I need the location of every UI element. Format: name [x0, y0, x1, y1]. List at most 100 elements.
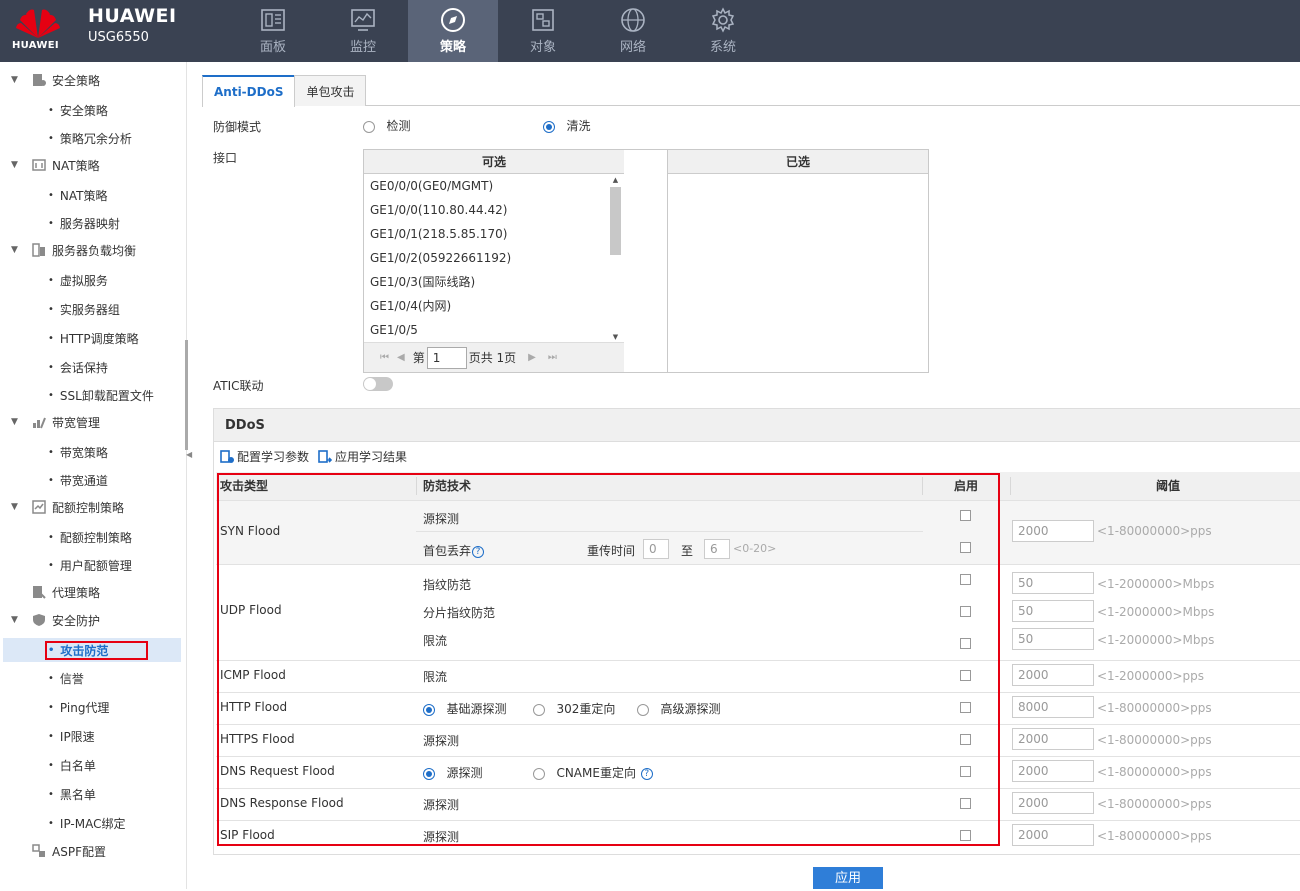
defense-mode-label: 防御模式: [213, 120, 262, 134]
aspf-icon: [32, 844, 45, 857]
sidebar-collapse-icon[interactable]: ◀: [186, 450, 192, 459]
sidebar-item-nat-policy[interactable]: • NAT策略: [48, 183, 108, 207]
sidebar-item-label: 白名单: [59, 758, 96, 773]
sidebar-item-server-mapping[interactable]: • 服务器映射: [48, 211, 120, 235]
sidebar-group-label: 安全策略: [52, 73, 101, 88]
threshold-range: <1-80000000>pps: [1097, 524, 1212, 538]
sidebar-item-user-quota[interactable]: • 用户配额管理: [48, 553, 132, 577]
nav-label: 策略: [439, 40, 466, 55]
apply-learning-link[interactable]: 应用学习结果: [318, 448, 407, 465]
list-item[interactable]: GE1/0/5: [364, 318, 624, 342]
last-page-icon[interactable]: ⏭: [548, 352, 557, 363]
threshold-range: <1-2000000>pps: [1097, 669, 1205, 683]
nav-object[interactable]: 对象: [498, 0, 588, 62]
sidebar-item-ip-mac-binding[interactable]: • IP-MAC绑定: [48, 811, 125, 835]
sidebar-item-session-persistence[interactable]: • 会话保持: [48, 355, 108, 379]
available-list: 可选 GE0/0/0(GE0/MGMT) GE1/0/0(110.80.44.4…: [363, 149, 625, 373]
nav-system[interactable]: 系统: [678, 0, 768, 62]
sidebar-scrollbar[interactable]: [185, 340, 188, 450]
list-item[interactable]: GE1/0/1(218.5.85.170): [364, 222, 624, 246]
brand-name: HUAWEI: [88, 5, 177, 27]
mode-detect-radio[interactable]: 检测: [363, 117, 410, 134]
sidebar-group-quota[interactable]: ▼ 配额控制策略: [0, 493, 185, 521]
sidebar-group-label: NAT策略: [52, 158, 100, 173]
sidebar-item-real-server-group[interactable]: • 实服务器组: [48, 297, 120, 321]
sidebar-item-label: 信誉: [59, 671, 84, 686]
highlight-box-table: [217, 473, 1000, 846]
next-page-icon[interactable]: ▶: [528, 352, 536, 363]
nav-monitor[interactable]: 监控: [318, 0, 408, 62]
mode-clean-radio[interactable]: 清洗: [543, 117, 590, 134]
nav-dashboard[interactable]: 面板: [228, 0, 318, 62]
sidebar-item-virtual-service[interactable]: • 虚拟服务: [48, 268, 108, 292]
object-icon: [532, 9, 554, 31]
sidebar-item-security-policy[interactable]: • 安全策略: [48, 98, 108, 122]
sidebar-item-label: HTTP调度策略: [59, 331, 139, 346]
radio-icon: [363, 120, 375, 133]
gear-icon: [711, 7, 735, 33]
list-item[interactable]: GE0/0/0(GE0/MGMT): [364, 174, 624, 198]
list-item[interactable]: GE1/0/0(110.80.44.42): [364, 198, 624, 222]
threshold-input[interactable]: 2000: [1012, 792, 1094, 814]
quota-icon: [32, 500, 46, 514]
list-pager: ⏮ ◀ 第 1 页共 1页 ▶ ⏭: [364, 342, 624, 372]
sidebar-item-label: SSL卸载配置文件: [59, 388, 154, 403]
threshold-range: <1-80000000>pps: [1097, 733, 1212, 747]
col-threshold: 阈值: [1156, 479, 1181, 493]
selected-header: 已选: [668, 150, 928, 174]
sidebar-item-blacklist[interactable]: • 黑名单: [48, 782, 96, 806]
sidebar-item-bandwidth-policy[interactable]: • 带宽策略: [48, 440, 108, 464]
shield-icon: [33, 614, 45, 626]
sidebar-item-ssl-offload[interactable]: • SSL卸载配置文件: [48, 383, 154, 407]
sidebar-item-redundancy-analysis[interactable]: • 策略冗余分析: [48, 126, 132, 150]
config-learning-link[interactable]: 配置学习参数: [220, 448, 309, 465]
sidebar-item-bandwidth-channel[interactable]: • 带宽通道: [48, 468, 108, 492]
nav-network[interactable]: 网络: [588, 0, 678, 62]
threshold-input[interactable]: 2000: [1012, 760, 1094, 782]
sidebar-group-nat[interactable]: ▼ NAT策略: [0, 151, 185, 179]
sidebar-item-label: 带宽通道: [59, 473, 108, 488]
page-input[interactable]: 1: [426, 346, 467, 369]
atic-toggle[interactable]: [363, 377, 393, 391]
threshold-input[interactable]: 50: [1012, 572, 1094, 594]
sidebar-item-label: NAT策略: [59, 188, 108, 203]
sidebar-group-bandwidth[interactable]: ▼ 带宽管理: [0, 408, 185, 436]
threshold-input[interactable]: 2000: [1012, 824, 1094, 846]
nav-policy[interactable]: 策略: [408, 0, 498, 62]
list-item[interactable]: GE1/0/4(内网): [364, 294, 624, 318]
tab-single-packet[interactable]: 单包攻击: [294, 75, 367, 106]
sidebar-group-slb[interactable]: ▼ 服务器负载均衡: [0, 236, 185, 264]
move-button-column: [624, 149, 668, 373]
apply-button[interactable]: 应用: [813, 867, 883, 889]
sidebar-item-reputation[interactable]: • 信誉: [48, 666, 84, 690]
sidebar-item-ping-proxy[interactable]: • Ping代理: [48, 695, 109, 719]
nav-label: 网络: [619, 40, 646, 55]
threshold-input[interactable]: 50: [1012, 628, 1094, 650]
sidebar-item-whitelist[interactable]: • 白名单: [48, 753, 96, 777]
sidebar-item-label: 黑名单: [59, 787, 96, 802]
first-page-icon[interactable]: ⏮: [380, 352, 389, 363]
threshold-input[interactable]: 2000: [1012, 520, 1094, 542]
sidebar-item-ip-rate-limit[interactable]: • IP限速: [48, 724, 95, 748]
bandwidth-icon: [33, 417, 46, 429]
sidebar-group-security-protection[interactable]: ▼ 安全防护: [0, 606, 185, 634]
link-label: 应用学习结果: [335, 450, 408, 464]
server-lb-icon: [32, 243, 45, 257]
threshold-input[interactable]: 50: [1012, 600, 1094, 622]
list-item[interactable]: GE1/0/2(05922661192): [364, 246, 624, 270]
sidebar-group-label: 服务器负载均衡: [52, 243, 137, 258]
sidebar-group-aspf[interactable]: ASPF配置: [0, 837, 185, 865]
prev-page-icon[interactable]: ◀: [397, 352, 405, 363]
sidebar-group-security-policy[interactable]: ▼ 安全策略: [0, 66, 185, 94]
list-item[interactable]: GE1/0/3(国际线路): [364, 270, 624, 294]
sidebar-item-quota-policy[interactable]: • 配额控制策略: [48, 525, 132, 549]
tab-anti-ddos[interactable]: Anti-DDoS: [202, 75, 296, 107]
sidebar-item-http-scheduling[interactable]: • HTTP调度策略: [48, 326, 139, 350]
nav-label: 对象: [529, 40, 556, 55]
threshold-input[interactable]: 2000: [1012, 728, 1094, 750]
list-scrollbar[interactable]: ▲ ▼: [609, 176, 622, 341]
caret-down-icon: ▼: [11, 502, 18, 512]
threshold-input[interactable]: 8000: [1012, 696, 1094, 718]
sidebar-group-proxy[interactable]: 代理策略: [0, 578, 185, 606]
threshold-input[interactable]: 2000: [1012, 664, 1094, 686]
